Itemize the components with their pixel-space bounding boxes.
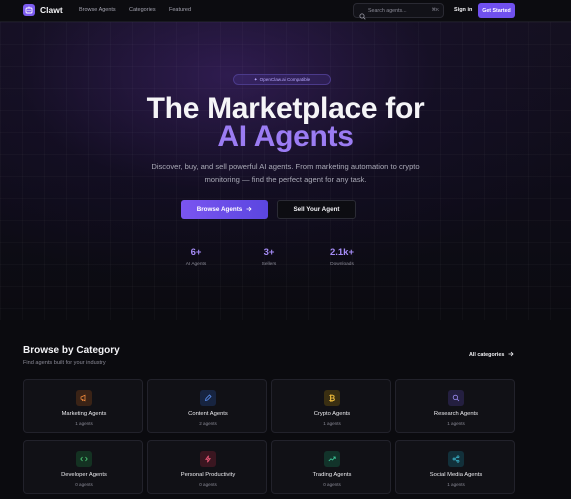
robot-logo-icon[interactable] xyxy=(23,4,35,16)
stat-downloads: 2.1k+ Downloads xyxy=(312,247,372,267)
category-card-social[interactable]: Social Media Agents 1 agents xyxy=(395,440,515,494)
category-name: Social Media Agents xyxy=(429,472,483,478)
hero-section: ✦ OpenClaw.ai Compatible The Marketplace… xyxy=(0,22,571,320)
get-started-button[interactable]: Get Started xyxy=(478,3,515,18)
sell-agent-button[interactable]: Sell Your Agent xyxy=(277,200,356,219)
category-name: Marketing Agents xyxy=(61,411,107,417)
nav-categories[interactable]: Categories xyxy=(129,7,156,13)
sign-in-link[interactable]: Sign in xyxy=(454,7,472,13)
sparkle-icon: ✦ xyxy=(253,76,258,82)
category-card-productivity[interactable]: Personal Productivity 0 agents xyxy=(147,440,267,494)
category-name: Content Agents xyxy=(188,411,228,417)
category-name: Crypto Agents xyxy=(313,411,351,417)
arrow-right-icon xyxy=(246,206,252,214)
category-count: 1 agents xyxy=(447,421,465,426)
search-placeholder: Search agents... xyxy=(368,8,407,14)
stat-label: AI Agents xyxy=(185,262,207,267)
arrow-right-icon xyxy=(508,351,514,359)
category-count: 1 agents xyxy=(75,421,93,426)
category-card-marketing[interactable]: Marketing Agents 1 agents xyxy=(23,379,143,433)
stat-label: Sellers xyxy=(261,262,277,267)
share-icon xyxy=(448,451,464,467)
all-categories-link[interactable]: All categories xyxy=(469,351,514,359)
category-card-research[interactable]: Research Agents 1 agents xyxy=(395,379,515,433)
stat-value: 6+ xyxy=(190,247,202,258)
search-icon xyxy=(448,390,464,406)
category-name: Trading Agents xyxy=(312,472,352,478)
category-card-crypto[interactable]: ₿ Crypto Agents 1 agents xyxy=(271,379,391,433)
category-count: 0 agents xyxy=(323,482,341,487)
category-count: 1 agents xyxy=(323,421,341,426)
bolt-icon xyxy=(200,451,216,467)
category-name: Developer Agents xyxy=(61,472,107,478)
nav-browse-agents[interactable]: Browse Agents xyxy=(79,7,116,13)
browse-agents-label: Browse Agents xyxy=(196,206,243,213)
stat-label: Downloads xyxy=(330,262,354,267)
stat-value: 2.1k+ xyxy=(329,247,355,258)
bitcoin-icon: ₿ xyxy=(324,390,340,406)
compat-badge-label: OpenClaw.ai Compatible xyxy=(259,77,311,82)
trend-up-icon xyxy=(324,451,340,467)
category-name: Research Agents xyxy=(433,411,479,417)
stat-sellers: 3+ Sellers xyxy=(239,247,299,267)
search-shortcut: ⌘K xyxy=(431,7,439,12)
category-count: 0 agents xyxy=(199,482,217,487)
hero-subtitle: Discover, buy, and sell powerful AI agen… xyxy=(151,162,420,184)
section-subtitle: Find agents built for your industry xyxy=(23,360,106,366)
category-name: Personal Productivity xyxy=(180,472,236,478)
code-icon xyxy=(76,451,92,467)
compat-badge: ✦ OpenClaw.ai Compatible xyxy=(233,74,331,85)
megaphone-icon xyxy=(76,390,92,406)
category-count: 2 agents xyxy=(199,421,217,426)
category-card-content[interactable]: Content Agents 2 agents xyxy=(147,379,267,433)
stat-agents: 6+ AI Agents xyxy=(166,247,226,267)
stat-value: 3+ xyxy=(263,247,275,258)
pen-icon xyxy=(200,390,216,406)
search-input[interactable]: Search agents... ⌘K xyxy=(353,3,444,20)
all-categories-label: All categories xyxy=(469,352,505,358)
category-card-developer[interactable]: Developer Agents 0 agents xyxy=(23,440,143,494)
section-title: Browse by Category xyxy=(23,345,120,356)
category-count: 0 agents xyxy=(75,482,93,487)
hero-title-line2: AI Agents xyxy=(217,120,354,153)
browse-agents-button[interactable]: Browse Agents xyxy=(181,200,268,219)
top-navbar: Clawt Browse Agents Categories Featured … xyxy=(0,0,571,22)
nav-featured[interactable]: Featured xyxy=(169,7,191,13)
category-count: 1 agents xyxy=(447,482,465,487)
brand-name[interactable]: Clawt xyxy=(40,5,63,15)
category-card-trading[interactable]: Trading Agents 0 agents xyxy=(271,440,391,494)
